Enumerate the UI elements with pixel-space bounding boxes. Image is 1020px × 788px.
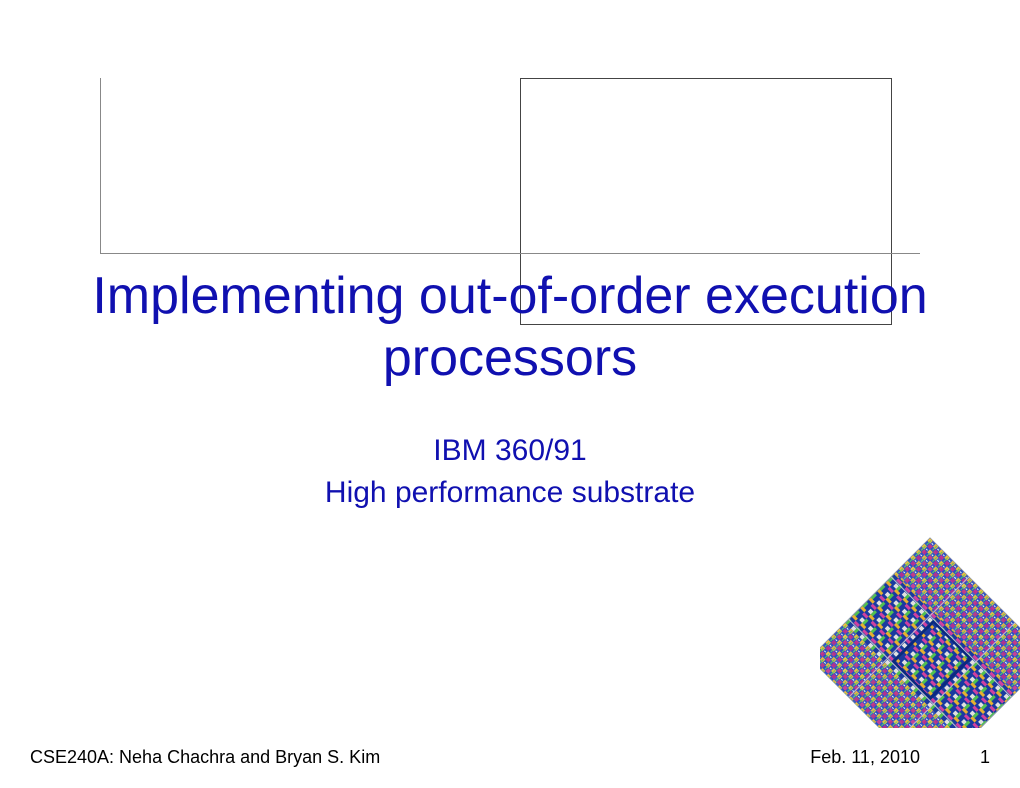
footer-date: Feb. 11, 2010	[810, 747, 920, 768]
slide: Implementing out-of-order execution proc…	[0, 0, 1020, 788]
rule-vertical	[100, 78, 102, 254]
footer: CSE240A: Neha Chachra and Bryan S. Kim F…	[30, 747, 990, 768]
rule-horizontal	[100, 253, 920, 255]
footer-page-number: 1	[980, 747, 990, 768]
subtitle-block: IBM 360/91 High performance substrate	[0, 430, 1020, 514]
footer-authors: CSE240A: Neha Chachra and Bryan S. Kim	[30, 747, 380, 768]
slide-title: Implementing out-of-order execution proc…	[0, 265, 1020, 390]
title-block: Implementing out-of-order execution proc…	[0, 265, 1020, 390]
chip-die-image	[820, 508, 1020, 728]
subtitle-line-1: IBM 360/91	[0, 430, 1020, 472]
